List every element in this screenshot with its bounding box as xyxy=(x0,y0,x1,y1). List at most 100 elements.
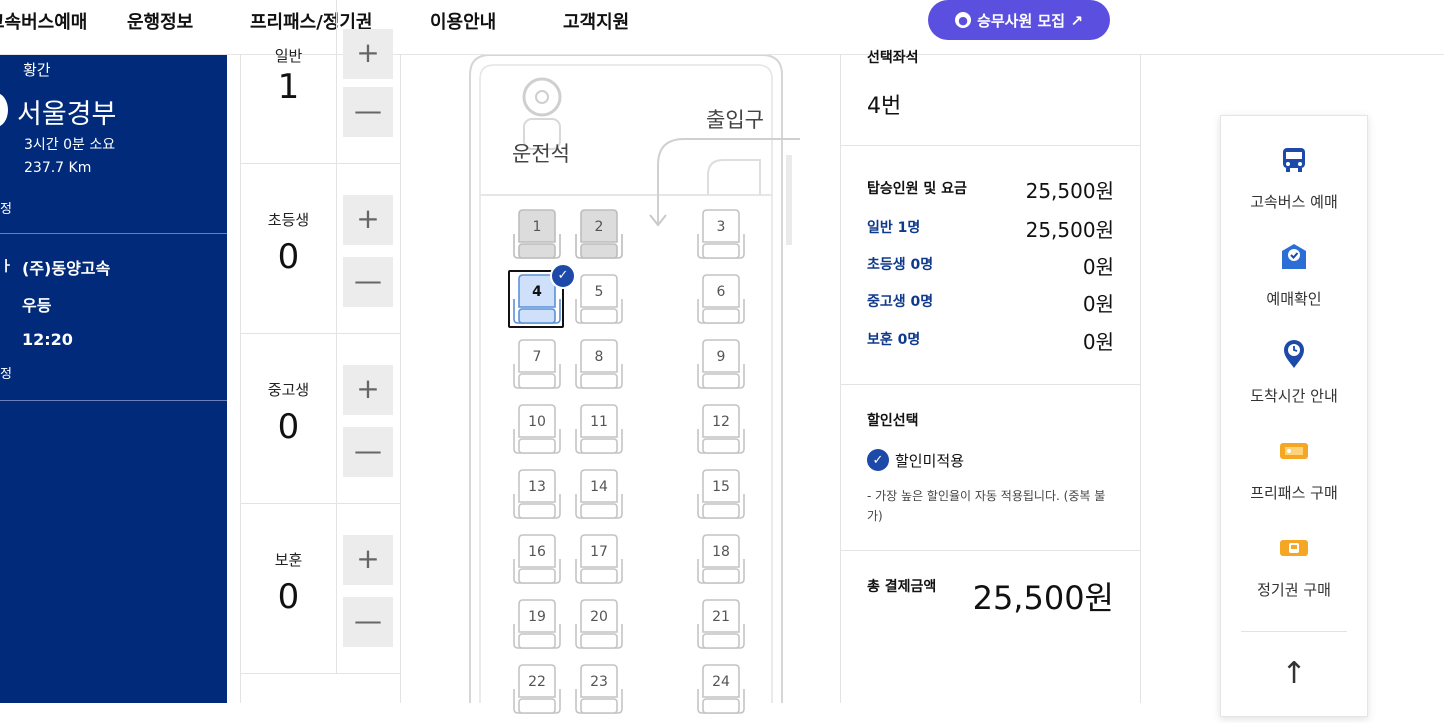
decrease-button[interactable]: — xyxy=(343,427,393,477)
seat-16[interactable]: 16 xyxy=(510,533,564,593)
route-destination: 서울경부 xyxy=(17,99,117,130)
seat-12[interactable]: 12 xyxy=(694,403,748,463)
seat-5[interactable]: 5 xyxy=(572,273,626,333)
nav-express-booking[interactable]: 고속버스예매 xyxy=(0,8,87,34)
seat-10[interactable]: 10 xyxy=(510,403,564,463)
seat-17[interactable]: 17 xyxy=(572,533,626,593)
seat-4[interactable]: 4 ✓ xyxy=(508,263,576,333)
selected-seat-title: 선택좌석 xyxy=(867,50,919,66)
seat-21[interactable]: 21 xyxy=(694,598,748,658)
increase-button[interactable]: + xyxy=(343,535,393,585)
discount-option-label: 할인미적용 xyxy=(895,451,965,470)
passenger-count: 0 xyxy=(277,237,300,277)
route-origin: 황간 xyxy=(23,61,51,79)
nav-usage-guide[interactable]: 이용안내 xyxy=(430,8,496,34)
top-navigation: 고속버스예매 운행정보 프리패스/정기권 이용안내 고객지원 ● 승무사원 모집… xyxy=(0,0,1444,55)
route-duration: 3시간 0분 소요 xyxy=(24,137,116,153)
seat-22[interactable]: 22 xyxy=(510,663,564,723)
discount-note: - 가장 높은 할인율이 자동 적용됩니다. (중복 불가) xyxy=(867,489,1106,523)
check-icon: ✓ xyxy=(867,449,889,471)
seat-number: 7 xyxy=(532,349,542,365)
divider xyxy=(0,233,227,234)
discount-option[interactable]: ✓ 할인미적용 xyxy=(867,449,964,471)
seat-9[interactable]: 9 xyxy=(694,338,748,398)
nav-customer-support[interactable]: 고객지원 xyxy=(563,8,629,34)
seat-number: 6 xyxy=(716,284,726,300)
seat-number: 18 xyxy=(712,544,730,560)
decrease-button[interactable]: — xyxy=(343,257,393,307)
passenger-label: 초등생 xyxy=(267,211,310,229)
increase-button[interactable]: + xyxy=(343,365,393,415)
route-label-b: 정 xyxy=(0,367,12,382)
seat-20[interactable]: 20 xyxy=(572,598,626,658)
quick-express-booking[interactable]: 고속버스 예매 xyxy=(1221,144,1367,216)
seat-number: 5 xyxy=(594,284,604,300)
quick-menu: 고속버스 예매 예매확인 도착시간 안내 프리패스 구매 정기권 구매 ↑ xyxy=(1220,115,1368,717)
quick-commuter-pass[interactable]: 정기권 구매 xyxy=(1221,532,1367,604)
quick-label: 예매확인 xyxy=(1266,290,1322,308)
quick-booking-check[interactable]: 예매확인 xyxy=(1221,241,1367,313)
seat-number: 22 xyxy=(528,674,546,690)
seat-14[interactable]: 14 xyxy=(572,468,626,528)
selected-seat-value: 4번 xyxy=(867,94,902,119)
fare-row-label: 일반 1명 xyxy=(867,220,921,236)
passenger-label: 일반 xyxy=(274,47,303,65)
commuter-ticket-icon xyxy=(1280,540,1308,556)
passenger-count: 0 xyxy=(277,407,300,447)
seat-number: 24 xyxy=(712,674,730,690)
freepass-ticket-icon xyxy=(1280,443,1308,459)
quick-label: 도착시간 안내 xyxy=(1250,387,1338,405)
entrance-label: 출입구 xyxy=(706,108,764,132)
seat-number: 1 xyxy=(532,219,542,235)
passenger-label: 보훈 xyxy=(274,551,303,569)
fare-row-value: 0원 xyxy=(1082,330,1114,354)
quick-arrival-time[interactable]: 도착시간 안내 xyxy=(1221,338,1367,410)
nav-schedule-info[interactable]: 운행정보 xyxy=(127,8,193,34)
seat-11[interactable]: 11 xyxy=(572,403,626,463)
seat-3[interactable]: 3 xyxy=(694,208,748,268)
fare-row-label: 보훈 0명 xyxy=(867,332,921,348)
recruit-button[interactable]: ● 승무사원 모집 ↗ xyxy=(928,0,1110,40)
total-value: 25,500원 xyxy=(972,579,1114,617)
seat-number: 9 xyxy=(716,349,726,365)
seat-18[interactable]: 18 xyxy=(694,533,748,593)
seat-8[interactable]: 8 xyxy=(572,338,626,398)
bus-icon xyxy=(1283,148,1305,172)
seat-number: 17 xyxy=(590,544,608,560)
scroll-top-button[interactable]: ↑ xyxy=(1221,656,1367,691)
seat-23[interactable]: 23 xyxy=(572,663,626,723)
passenger-count: 1 xyxy=(277,67,300,107)
divider xyxy=(0,400,227,401)
seat-1: 1 xyxy=(510,208,564,268)
quick-freepass[interactable]: 프리패스 구매 xyxy=(1221,435,1367,507)
decrease-button[interactable]: — xyxy=(343,597,393,647)
seat-number: 23 xyxy=(590,674,608,690)
seat-number: 21 xyxy=(712,609,730,625)
fare-row-value: 0원 xyxy=(1082,292,1114,316)
seat-6[interactable]: 6 xyxy=(694,273,748,333)
seat-map: 운전석 출입구 1 2 3 4 ✓ 5 6 7 8 9 10 11 12 13 14 15 16 17 18 19 20… xyxy=(440,55,830,714)
passenger-row-elementary: 초등생 0 + — xyxy=(241,163,400,334)
seat-7[interactable]: 7 xyxy=(510,338,564,398)
seat-number: 14 xyxy=(590,479,608,495)
total-label: 총 결제금액 xyxy=(867,579,937,595)
seat-24[interactable]: 24 xyxy=(694,663,748,723)
arrow-up-icon: ↑ xyxy=(1281,656,1307,691)
seat-number: 13 xyxy=(528,479,546,495)
route-marker-icon xyxy=(0,93,8,127)
increase-button[interactable]: + xyxy=(343,29,393,79)
bus-grade: 우등 xyxy=(22,296,52,315)
passenger-row-veteran: 보훈 0 + — xyxy=(241,503,400,674)
decrease-button[interactable]: — xyxy=(343,87,393,137)
seat-number: 12 xyxy=(712,414,730,430)
seat-15[interactable]: 15 xyxy=(694,468,748,528)
seat-13[interactable]: 13 xyxy=(510,468,564,528)
increase-button[interactable]: + xyxy=(343,195,393,245)
route-label-a: 정 xyxy=(0,202,12,217)
route-info-panel: 황간 서울경부 3시간 0분 소요 237.7 Km 정 ㅏ (주)동양고속 우… xyxy=(0,55,227,703)
driver-seat-label: 운전석 xyxy=(512,142,570,166)
quick-label: 프리패스 구매 xyxy=(1250,484,1338,502)
recruit-label: 승무사원 모집 ↗ xyxy=(977,11,1083,30)
seat-19[interactable]: 19 xyxy=(510,598,564,658)
fare-row-value: 25,500원 xyxy=(1025,218,1114,242)
